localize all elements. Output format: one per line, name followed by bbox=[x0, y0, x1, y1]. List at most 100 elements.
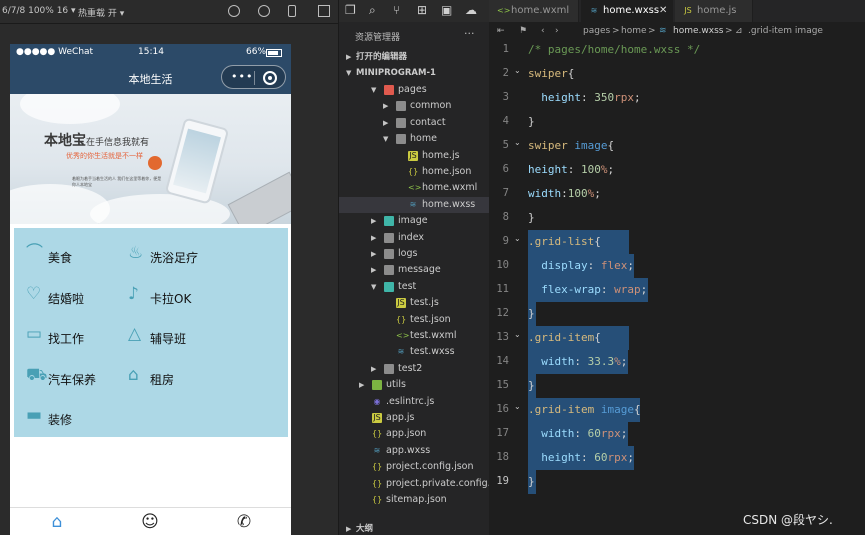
fold-chevron-icon[interactable]: ⌄ bbox=[514, 234, 521, 243]
code-line[interactable]: 11 flex-wrap: wrap; bbox=[489, 278, 865, 302]
file-item[interactable]: ≋ home.wxss bbox=[339, 196, 490, 213]
code-line[interactable]: 14 width: 33.3%; bbox=[489, 350, 865, 374]
folder-item[interactable]: ▶ common bbox=[339, 98, 490, 114]
editor-tab[interactable]: <> home.wxml bbox=[489, 0, 579, 22]
file-item[interactable]: {} home.json bbox=[339, 164, 490, 180]
grid-item[interactable]: ⌂ 租房 bbox=[120, 364, 220, 388]
hot-reload-toggle[interactable]: 热重载 开 ▾ bbox=[78, 6, 124, 19]
phone-icon[interactable]: ✆ bbox=[234, 512, 254, 532]
folder-item[interactable]: ▶ index bbox=[339, 230, 490, 246]
file-item[interactable]: ≋ test.wxss bbox=[339, 344, 490, 360]
code-line[interactable]: 12} bbox=[489, 302, 865, 326]
fold-chevron-icon[interactable]: ⌄ bbox=[514, 330, 521, 339]
more-actions-icon[interactable]: ··· bbox=[464, 27, 475, 40]
folder-item[interactable]: ▶ logs bbox=[339, 246, 490, 262]
editor-tab[interactable]: ≋ home.wxss ✕ bbox=[581, 0, 673, 22]
messages-icon[interactable]: ☺ bbox=[140, 512, 160, 532]
code-line[interactable]: 13 ⌄ .grid-item{ bbox=[489, 326, 865, 350]
file-item[interactable]: <> home.wxml bbox=[339, 180, 490, 196]
home-icon[interactable]: ⌂ bbox=[47, 512, 67, 532]
file-item[interactable]: ◉ .eslintrc.js bbox=[339, 394, 490, 410]
file-name: contact bbox=[410, 116, 446, 128]
code-line[interactable]: 15} bbox=[489, 374, 865, 398]
file-item[interactable]: {} project.private.config.js... bbox=[339, 476, 507, 492]
menu-capsule[interactable]: ••• bbox=[221, 65, 286, 89]
file-item[interactable]: <> test.wxml bbox=[339, 328, 490, 344]
file-name: image bbox=[398, 215, 428, 227]
folder-item[interactable]: ▶ contact bbox=[339, 115, 490, 131]
grid-item[interactable]: ⛟ 汽车保养 bbox=[18, 364, 118, 388]
code-token: } bbox=[528, 379, 535, 392]
folder-icon bbox=[372, 380, 382, 391]
code-line[interactable]: 7 width:100%; bbox=[489, 182, 865, 206]
close-miniprogram-icon[interactable] bbox=[263, 71, 277, 85]
close-tab-icon[interactable]: ✕ bbox=[659, 0, 667, 22]
grid-item[interactable]: ♪ 卡拉OK bbox=[120, 283, 220, 307]
folder-item[interactable]: ▼ home bbox=[339, 131, 490, 147]
folder-item[interactable]: ▶ image bbox=[339, 213, 490, 229]
code-line[interactable]: 16 ⌄ .grid-item image{ bbox=[489, 398, 865, 422]
code-line[interactable]: 2 ⌄ swiper{ bbox=[489, 62, 865, 86]
device-selector[interactable]: 6/7/8 100% 16 ▾ bbox=[2, 6, 76, 16]
file-item[interactable]: {} project.config.json bbox=[339, 459, 490, 475]
file-item[interactable]: {} test.json bbox=[339, 312, 490, 328]
stop-icon[interactable] bbox=[258, 5, 270, 17]
folder-item[interactable]: ▶ message bbox=[339, 262, 490, 278]
grid-item[interactable]: ♡ 结婚啦 bbox=[18, 283, 118, 307]
code-line[interactable]: 6 height: 100%; bbox=[489, 158, 865, 182]
code-line[interactable]: 18 height: 60rpx; bbox=[489, 446, 865, 470]
file-name: app.js bbox=[386, 412, 415, 423]
file-item[interactable]: JS home.js bbox=[339, 148, 490, 164]
outline-section[interactable]: ▶ 大纲 bbox=[339, 521, 490, 535]
files-icon[interactable]: ❐ bbox=[345, 4, 358, 17]
file-item[interactable]: ≋ app.wxss bbox=[339, 443, 490, 459]
folder-item[interactable]: ▼ pages bbox=[339, 82, 490, 98]
file-item[interactable]: JS app.js bbox=[339, 410, 490, 426]
chevron-right-icon: ▶ bbox=[359, 381, 365, 390]
grid-item[interactable]: ▬ 装修 bbox=[18, 404, 118, 428]
extensions-icon[interactable]: ⊞ bbox=[417, 4, 430, 17]
more-dots-icon[interactable]: ••• bbox=[231, 70, 253, 83]
folder-item[interactable]: ▶ test2 bbox=[339, 361, 490, 377]
status-bar: ●●●●● WeChat 15:14 66% bbox=[10, 44, 291, 62]
code-line[interactable]: 3 height: 350rpx; bbox=[489, 86, 865, 110]
grid-item[interactable]: △ 辅导班 bbox=[120, 323, 220, 347]
fold-chevron-icon[interactable]: ⌄ bbox=[514, 402, 521, 411]
folder-icon bbox=[384, 249, 394, 259]
fold-chevron-icon[interactable]: ⌄ bbox=[514, 138, 521, 147]
debug-icon[interactable]: ▣ bbox=[441, 4, 454, 17]
swiper-banner[interactable]: 本地宝在手信息我就有 优秀的你生活就是不一样 着眼为着手当着生活的人 我们在这里… bbox=[10, 94, 291, 224]
code-token: ; bbox=[594, 187, 601, 200]
search-icon[interactable]: ⌕ bbox=[369, 4, 382, 17]
file-item[interactable]: {} sitemap.json bbox=[339, 492, 490, 508]
line-number: 13 bbox=[496, 331, 509, 343]
code-line[interactable]: 9 ⌄ .grid-list{ bbox=[489, 230, 865, 254]
editor-tab[interactable]: JS home.js bbox=[675, 0, 753, 22]
grid-item[interactable]: ♨ 洗浴足疗 bbox=[120, 242, 220, 266]
grid-item[interactable]: ▭ 找工作 bbox=[18, 323, 118, 347]
cloud-icon[interactable]: ☁ bbox=[465, 4, 478, 17]
grid-item[interactable]: ⌒ 美食 bbox=[18, 242, 118, 266]
folder-item[interactable]: ▶ utils bbox=[339, 377, 490, 393]
project-section[interactable]: ▼ MINIPROGRAM-1 bbox=[339, 65, 490, 81]
folder-item[interactable]: ▼ test bbox=[339, 279, 490, 295]
grid-item-label: 卡拉OK bbox=[150, 291, 192, 306]
file-item[interactable]: JS test.js bbox=[339, 295, 490, 311]
code-line[interactable]: 4} bbox=[489, 110, 865, 134]
code-line[interactable]: 17 width: 60rpx; bbox=[489, 422, 865, 446]
open-editors-section[interactable]: ▶ 打开的编辑器 bbox=[339, 49, 490, 65]
source-control-icon[interactable]: ⑂ bbox=[393, 4, 406, 17]
code-line[interactable]: 19} bbox=[489, 470, 865, 494]
fold-chevron-icon[interactable]: ⌄ bbox=[514, 66, 521, 75]
window-icon[interactable] bbox=[318, 5, 330, 17]
code-line[interactable]: 1 /* pages/home/home.wxss */ bbox=[489, 38, 865, 62]
code-line[interactable]: 10 display: flex; bbox=[489, 254, 865, 278]
file-item[interactable]: {} app.json bbox=[339, 426, 490, 442]
code-token: 100 bbox=[581, 163, 601, 176]
refresh-icon[interactable] bbox=[228, 5, 240, 17]
file-name: test.wxml bbox=[410, 330, 457, 341]
code-line[interactable]: 5 ⌄ swiper image{ bbox=[489, 134, 865, 158]
banner-fine-print: 着眼为着手当着生活的人 我们在这里等着你，便是你人本地宝 bbox=[72, 176, 162, 187]
device-icon[interactable] bbox=[288, 5, 296, 17]
code-line[interactable]: 8} bbox=[489, 206, 865, 230]
